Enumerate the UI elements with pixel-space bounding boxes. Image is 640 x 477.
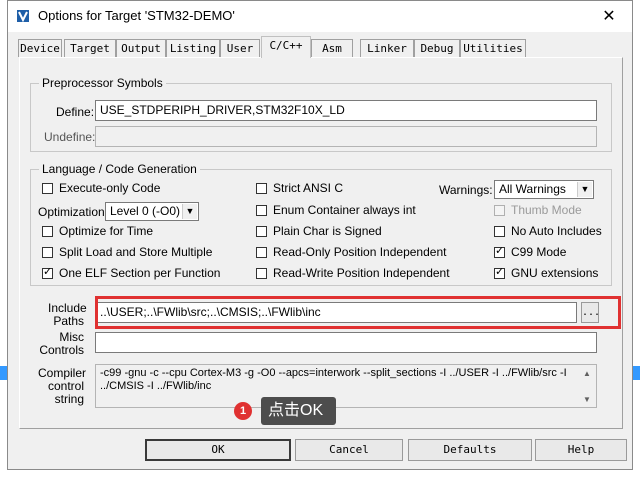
tab-debug[interactable]: Debug <box>414 39 460 57</box>
scroll-down-icon[interactable]: ▼ <box>580 393 594 405</box>
rw-position-independent-checkbox[interactable] <box>256 268 267 279</box>
one-elf-section-checkbox[interactable] <box>42 265 53 279</box>
optimize-time-label: Optimize for Time <box>59 224 154 238</box>
warnings-value: All Warnings <box>499 182 566 196</box>
define-input[interactable]: USE_STDPERIPH_DRIVER,STM32F10X_LD <box>95 100 597 121</box>
plain-char-checkbox[interactable] <box>256 226 267 237</box>
no-auto-includes-checkbox[interactable] <box>494 226 505 237</box>
tab-utilities[interactable]: Utilities <box>460 39 526 57</box>
strict-ansi-checkbox[interactable] <box>256 183 267 194</box>
compiler-control-line-2: ../CMSIS -I ../FWlib/inc <box>100 380 212 392</box>
ro-position-independent-label: Read-Only Position Independent <box>273 245 447 259</box>
one-elf-section-label: One ELF Section per Function <box>59 266 221 280</box>
execute-only-checkbox[interactable] <box>42 183 53 194</box>
string-label: string <box>54 392 84 406</box>
options-dialog: Options for Target 'STM32-DEMO' ✕ Device… <box>7 0 633 470</box>
tab-linker[interactable]: Linker <box>360 39 414 57</box>
close-icon[interactable]: ✕ <box>586 1 632 32</box>
scroll-up-icon[interactable]: ▲ <box>580 367 594 379</box>
tab-asm[interactable]: Asm <box>311 39 353 57</box>
background-scroll-edge <box>633 366 640 380</box>
tab-user[interactable]: User <box>220 39 260 57</box>
defaults-button[interactable]: Defaults <box>408 439 532 461</box>
ro-position-independent-checkbox[interactable] <box>256 247 267 258</box>
warnings-select[interactable]: All Warnings ▼ <box>494 180 594 199</box>
include-label: Include <box>48 301 87 315</box>
window-title: Options for Target 'STM32-DEMO' <box>38 8 235 23</box>
define-label: Define: <box>56 105 95 119</box>
cancel-button[interactable]: Cancel <box>295 439 403 461</box>
controls-label: Controls <box>39 343 84 357</box>
tab-listing[interactable]: Listing <box>166 39 220 57</box>
keil-app-icon <box>17 10 29 23</box>
plain-char-label: Plain Char is Signed <box>273 224 382 238</box>
rw-position-independent-label: Read-Write Position Independent <box>273 266 450 280</box>
step-number-badge: 1 <box>234 402 252 420</box>
thumb-mode-checkbox <box>494 205 505 216</box>
tab-c-cpp[interactable]: C/C++ <box>261 36 311 58</box>
tab-target[interactable]: Target <box>64 39 116 57</box>
c99-mode-label: C99 Mode <box>511 245 567 259</box>
optimization-label: Optimization: <box>38 205 109 219</box>
ok-button[interactable]: OK <box>145 439 291 461</box>
tab-output[interactable]: Output <box>116 39 166 57</box>
compiler-label: Compiler <box>38 366 87 380</box>
preprocessor-group-title: Preprocessor Symbols <box>39 76 166 90</box>
c99-mode-checkbox[interactable] <box>494 244 505 258</box>
language-group-title: Language / Code Generation <box>39 162 200 176</box>
enum-container-checkbox[interactable] <box>256 205 267 216</box>
split-load-store-label: Split Load and Store Multiple <box>59 245 213 259</box>
compiler-control-string[interactable]: -c99 -gnu -c --cpu Cortex-M3 -g -O0 --ap… <box>95 364 597 408</box>
chevron-down-icon: ▼ <box>577 182 592 197</box>
strict-ansi-label: Strict ANSI C <box>273 181 344 195</box>
execute-only-label: Execute-only Code <box>59 181 161 195</box>
misc-controls-input[interactable] <box>95 332 597 353</box>
warnings-label: Warnings: <box>439 183 493 197</box>
tab-device[interactable]: Device <box>18 39 62 57</box>
undefine-input[interactable] <box>95 126 597 147</box>
click-ok-annotation: 点击OK <box>261 397 336 425</box>
help-button[interactable]: Help <box>535 439 627 461</box>
thumb-mode-label: Thumb Mode <box>511 203 582 217</box>
control-label: control <box>47 379 84 393</box>
compiler-control-line-1: -c99 -gnu -c --cpu Cortex-M3 -g -O0 --ap… <box>100 367 567 379</box>
paths-label: Paths <box>53 314 84 328</box>
gnu-extensions-checkbox[interactable] <box>494 265 505 279</box>
compiler-control-scrollbar[interactable]: ▲ ▼ <box>580 367 594 405</box>
misc-label: Misc <box>59 330 84 344</box>
undefine-label: Undefine: <box>44 130 96 144</box>
optimization-select[interactable]: Level 0 (-O0) ▼ <box>105 202 199 221</box>
optimization-value: Level 0 (-O0) <box>110 204 181 218</box>
no-auto-includes-label: No Auto Includes <box>511 224 602 238</box>
include-paths-highlight <box>95 296 621 329</box>
optimize-time-checkbox[interactable] <box>42 226 53 237</box>
enum-container-label: Enum Container always int <box>273 203 416 217</box>
split-load-store-checkbox[interactable] <box>42 247 53 258</box>
chevron-down-icon: ▼ <box>182 204 197 219</box>
title-bar: Options for Target 'STM32-DEMO' ✕ <box>8 1 632 32</box>
gnu-extensions-label: GNU extensions <box>511 266 599 280</box>
